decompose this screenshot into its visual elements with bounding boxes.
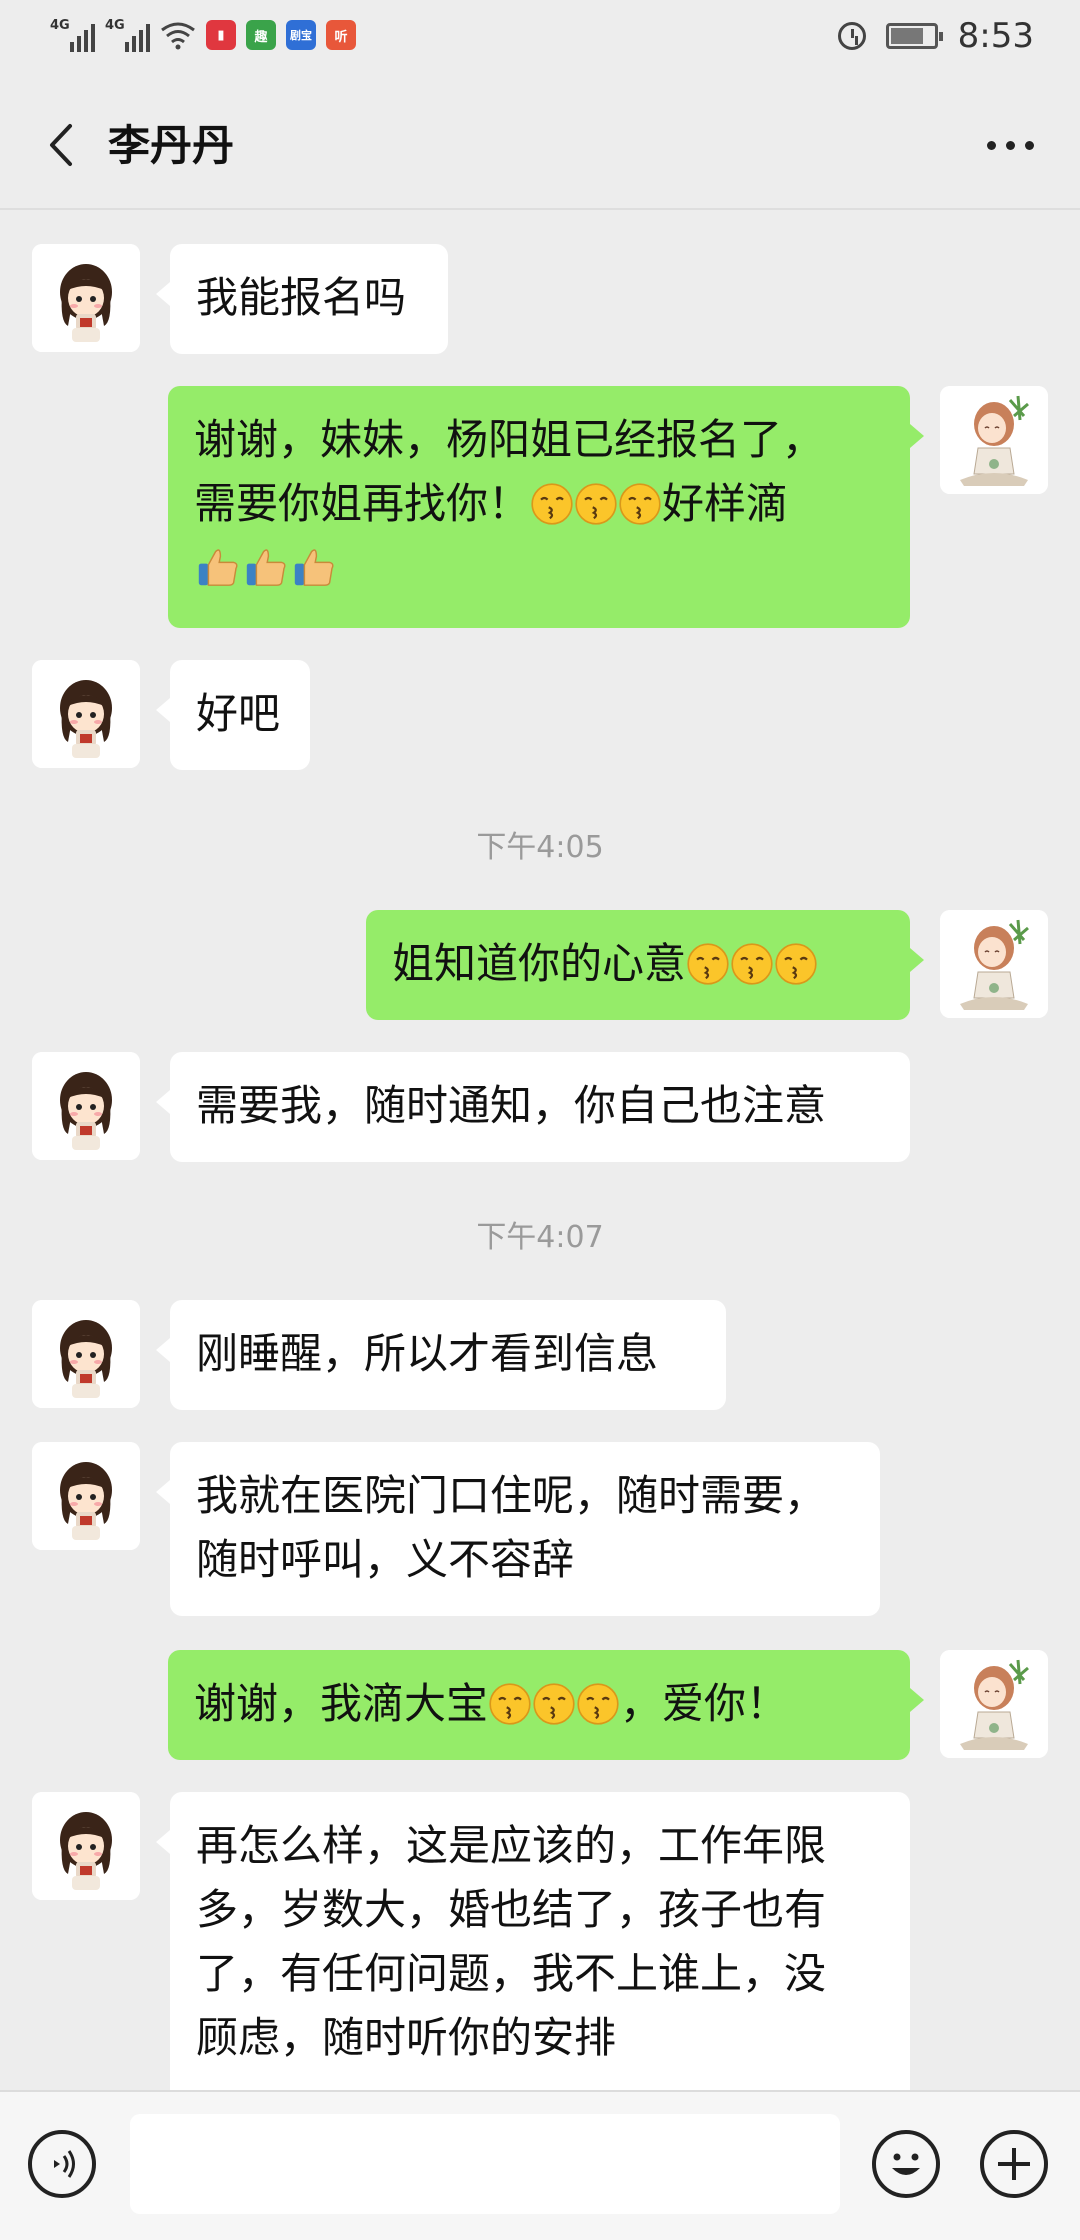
message-text: 我就在医院门口住呢，随时需要， [196, 1471, 827, 1520]
message-text: 随时呼叫，义不容辞 [196, 1535, 575, 1584]
status-time: 8:53 [957, 16, 1034, 56]
voice-icon[interactable] [28, 2130, 96, 2198]
my-avatar[interactable] [940, 910, 1048, 1018]
outgoing-message-bubble[interactable]: 谢谢，妹妹，杨阳姐已经报名了， 需要你姐再找你！ 好样滴 [168, 386, 924, 628]
contact-avatar[interactable] [32, 244, 140, 352]
outgoing-message-bubble[interactable]: 姐知道你的心意 [366, 910, 924, 1020]
message-text: 我能报名吗 [196, 273, 407, 322]
chat-title: 李丹丹 [108, 121, 235, 170]
message-text: 谢谢，妹妹，杨阳姐已经报名了， [194, 415, 825, 464]
kiss-emoji-icon [686, 942, 730, 986]
message-list[interactable]: 我能报名吗 谢谢，妹妹，杨阳姐已经报名了， 需要你姐再找你！ 好样滴 好吧 下午4… [0, 210, 1080, 2090]
incoming-message-bubble[interactable]: 再怎么样，这是应该的，工作年限 多，岁数大，婚也结了，孩子也有 了，有任何问题，… [156, 1792, 910, 2090]
app-icon-qu: 趣 [246, 20, 276, 50]
app-icon-jubao: 剧宝 [286, 20, 316, 50]
kiss-emoji-icon [730, 942, 774, 986]
smiley-icon[interactable] [872, 2130, 940, 2198]
app-icon-ting: 听 [326, 20, 356, 50]
message-text: 多，岁数大，婚也结了，孩子也有 [196, 1885, 827, 1934]
kiss-emoji-icon [574, 482, 618, 526]
plus-icon[interactable] [980, 2130, 1048, 2198]
incoming-message-bubble[interactable]: 需要我，随时通知，你自己也注意 [156, 1052, 910, 1162]
kiss-emoji-icon [774, 942, 818, 986]
kiss-emoji-icon [530, 482, 574, 526]
alarm-icon [837, 22, 866, 50]
contact-avatar[interactable] [32, 1792, 140, 1900]
wifi-icon [161, 22, 195, 50]
message-text: 好样滴 [662, 479, 789, 528]
kiss-emoji-icon [618, 482, 662, 526]
input-bar [0, 2090, 1080, 2240]
my-avatar[interactable] [940, 386, 1048, 494]
thumbs-up-emoji-icon [194, 542, 242, 590]
incoming-message-bubble[interactable]: 我就在医院门口住呢，随时需要， 随时呼叫，义不容辞 [156, 1442, 880, 1616]
message-input[interactable] [130, 2114, 840, 2214]
thumbs-up-emoji-icon [242, 542, 290, 590]
message-text: 好吧 [196, 689, 281, 738]
incoming-message-bubble[interactable]: 我能报名吗 [156, 244, 448, 354]
message-text: 姐知道你的心意 [392, 939, 687, 988]
thumbs-up-emoji-icon [290, 542, 338, 590]
message-text: 需要我，随时通知，你自己也注意 [196, 1081, 827, 1130]
chat-header: 李丹丹 [0, 80, 1080, 210]
timestamp: 下午4:05 [476, 830, 604, 865]
chevron-left-icon[interactable] [40, 120, 90, 170]
outgoing-message-bubble[interactable]: 谢谢，我滴大宝 ，爱你！ [168, 1650, 924, 1760]
message-text: 顾虑，随时听你的安排 [196, 2013, 617, 2062]
message-text: 谢谢，我滴大宝 [194, 1679, 489, 1728]
contact-avatar[interactable] [32, 1442, 140, 1550]
message-text: 再怎么样，这是应该的，工作年限 [196, 1821, 827, 1870]
kiss-emoji-icon [576, 1682, 620, 1726]
my-avatar[interactable] [940, 1650, 1048, 1758]
more-dots-icon[interactable] [980, 132, 1040, 158]
network-type-label: 4G [105, 18, 125, 33]
message-text: 需要你姐再找你！ [194, 479, 531, 528]
contact-avatar[interactable] [32, 1300, 140, 1408]
message-text: ，爱你！ [620, 1679, 789, 1728]
contact-avatar[interactable] [32, 660, 140, 768]
timestamp: 下午4:07 [476, 1220, 604, 1255]
contact-avatar[interactable] [32, 1052, 140, 1160]
network-type-label: 4G [50, 18, 70, 33]
battery-icon [885, 23, 943, 49]
status-bar: 4G 4G ▮ 趣 剧宝 听 8:53 [0, 0, 1080, 80]
signal-icon: 4G [50, 18, 95, 52]
kiss-emoji-icon [488, 1682, 532, 1726]
incoming-message-bubble[interactable]: 刚睡醒，所以才看到信息 [156, 1300, 726, 1410]
kiss-emoji-icon [532, 1682, 576, 1726]
incoming-message-bubble[interactable]: 好吧 [156, 660, 310, 770]
message-text: 了，有任何问题，我不上谁上，没 [196, 1949, 827, 1998]
signal-icon: 4G [105, 18, 150, 52]
book-app-icon: ▮ [206, 20, 236, 50]
message-text: 刚睡醒，所以才看到信息 [196, 1329, 659, 1378]
